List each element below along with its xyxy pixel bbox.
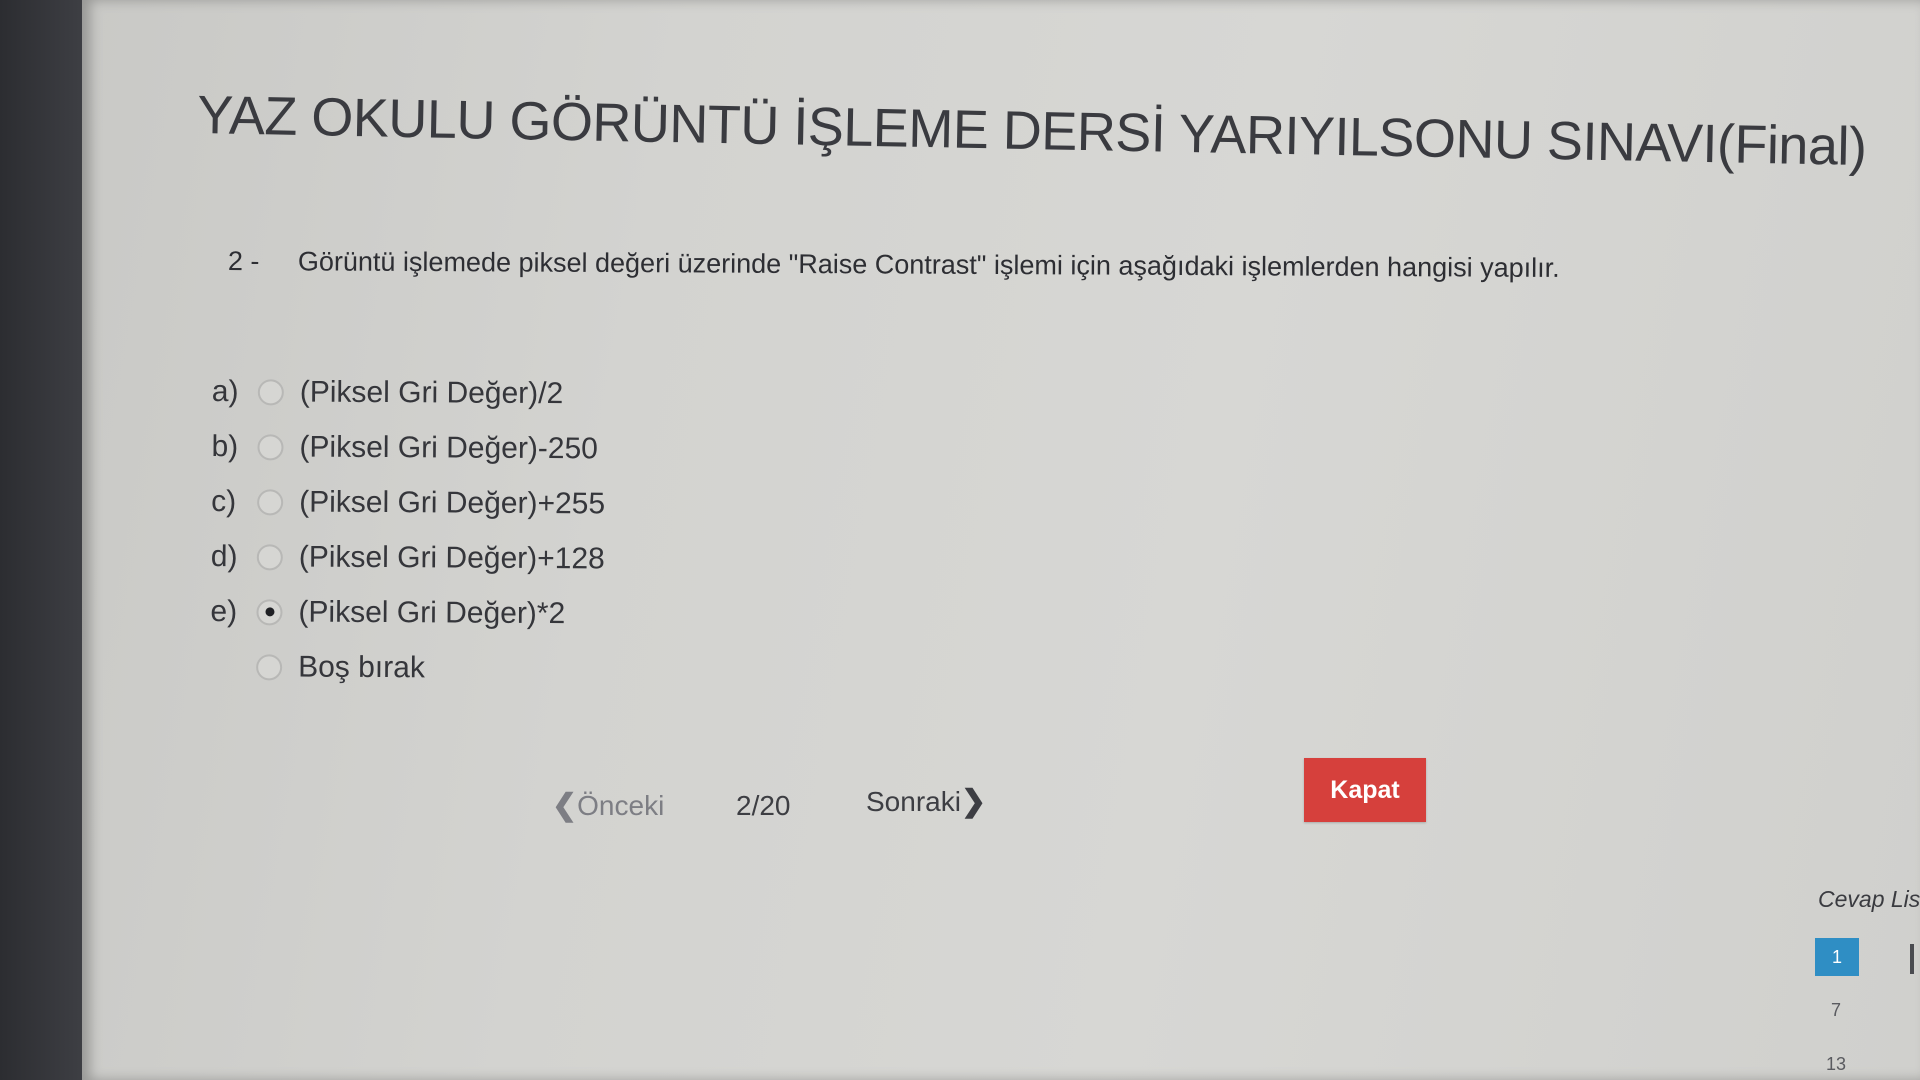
option-b[interactable]: b) (Piksel Gri Değer)-250 [211,419,605,476]
option-letter: e) [210,594,238,628]
answer-list-item[interactable]: 13 [1826,1054,1846,1075]
option-text: (Piksel Gri Değer)*2 [298,595,566,630]
option-text: Boş bırak [298,650,425,684]
option-text: (Piksel Gri Değer)/2 [299,375,564,410]
option-text: (Piksel Gri Değer)+255 [299,485,606,520]
next-label: Sonraki [866,786,961,817]
option-leave-blank[interactable]: Boş bırak [210,639,604,696]
answer-list-item-partial[interactable] [1910,944,1914,974]
option-d[interactable]: d) (Piksel Gri Değer)+128 [211,529,605,586]
option-a[interactable]: a) (Piksel Gri Değer)/2 [212,364,606,421]
option-e[interactable]: e) (Piksel Gri Değer)*2 [210,584,604,641]
answer-list-title: Cevap Lis [1818,886,1920,912]
radio-button[interactable] [256,653,283,680]
option-letter: c) [211,484,237,518]
radio-button[interactable] [257,488,284,515]
option-letter: b) [211,429,239,463]
radio-button[interactable] [257,433,284,460]
chevron-left-icon: ❮ [552,789,578,822]
option-letter: a) [211,374,239,408]
previous-label: Önceki [577,790,665,821]
page-indicator: 2/20 [736,790,791,821]
next-button[interactable]: Sonraki❯ [866,784,986,819]
option-text: (Piksel Gri Değer)+128 [298,540,605,575]
option-letter: d) [210,539,238,573]
radio-button-selected[interactable] [256,598,283,625]
question-text: Görüntü işlemede piksel değeri üzerinde … [297,246,1560,283]
close-button[interactable]: Kapat [1304,758,1426,822]
radio-selected-dot [264,607,275,617]
answer-options: a) (Piksel Gri Değer)/2 b) (Piksel Gri D… [210,364,606,696]
previous-button[interactable]: ❮Önceki [552,788,664,823]
option-text: (Piksel Gri Değer)-250 [299,430,599,465]
chevron-right-icon: ❯ [960,785,987,818]
option-c[interactable]: c) (Piksel Gri Değer)+255 [211,474,605,531]
answer-list-item-active[interactable]: 1 [1815,938,1859,976]
question-number: 2 - [227,246,260,277]
answer-list-item[interactable]: 7 [1831,1000,1841,1021]
radio-button[interactable] [257,378,284,405]
radio-button[interactable] [256,543,283,570]
